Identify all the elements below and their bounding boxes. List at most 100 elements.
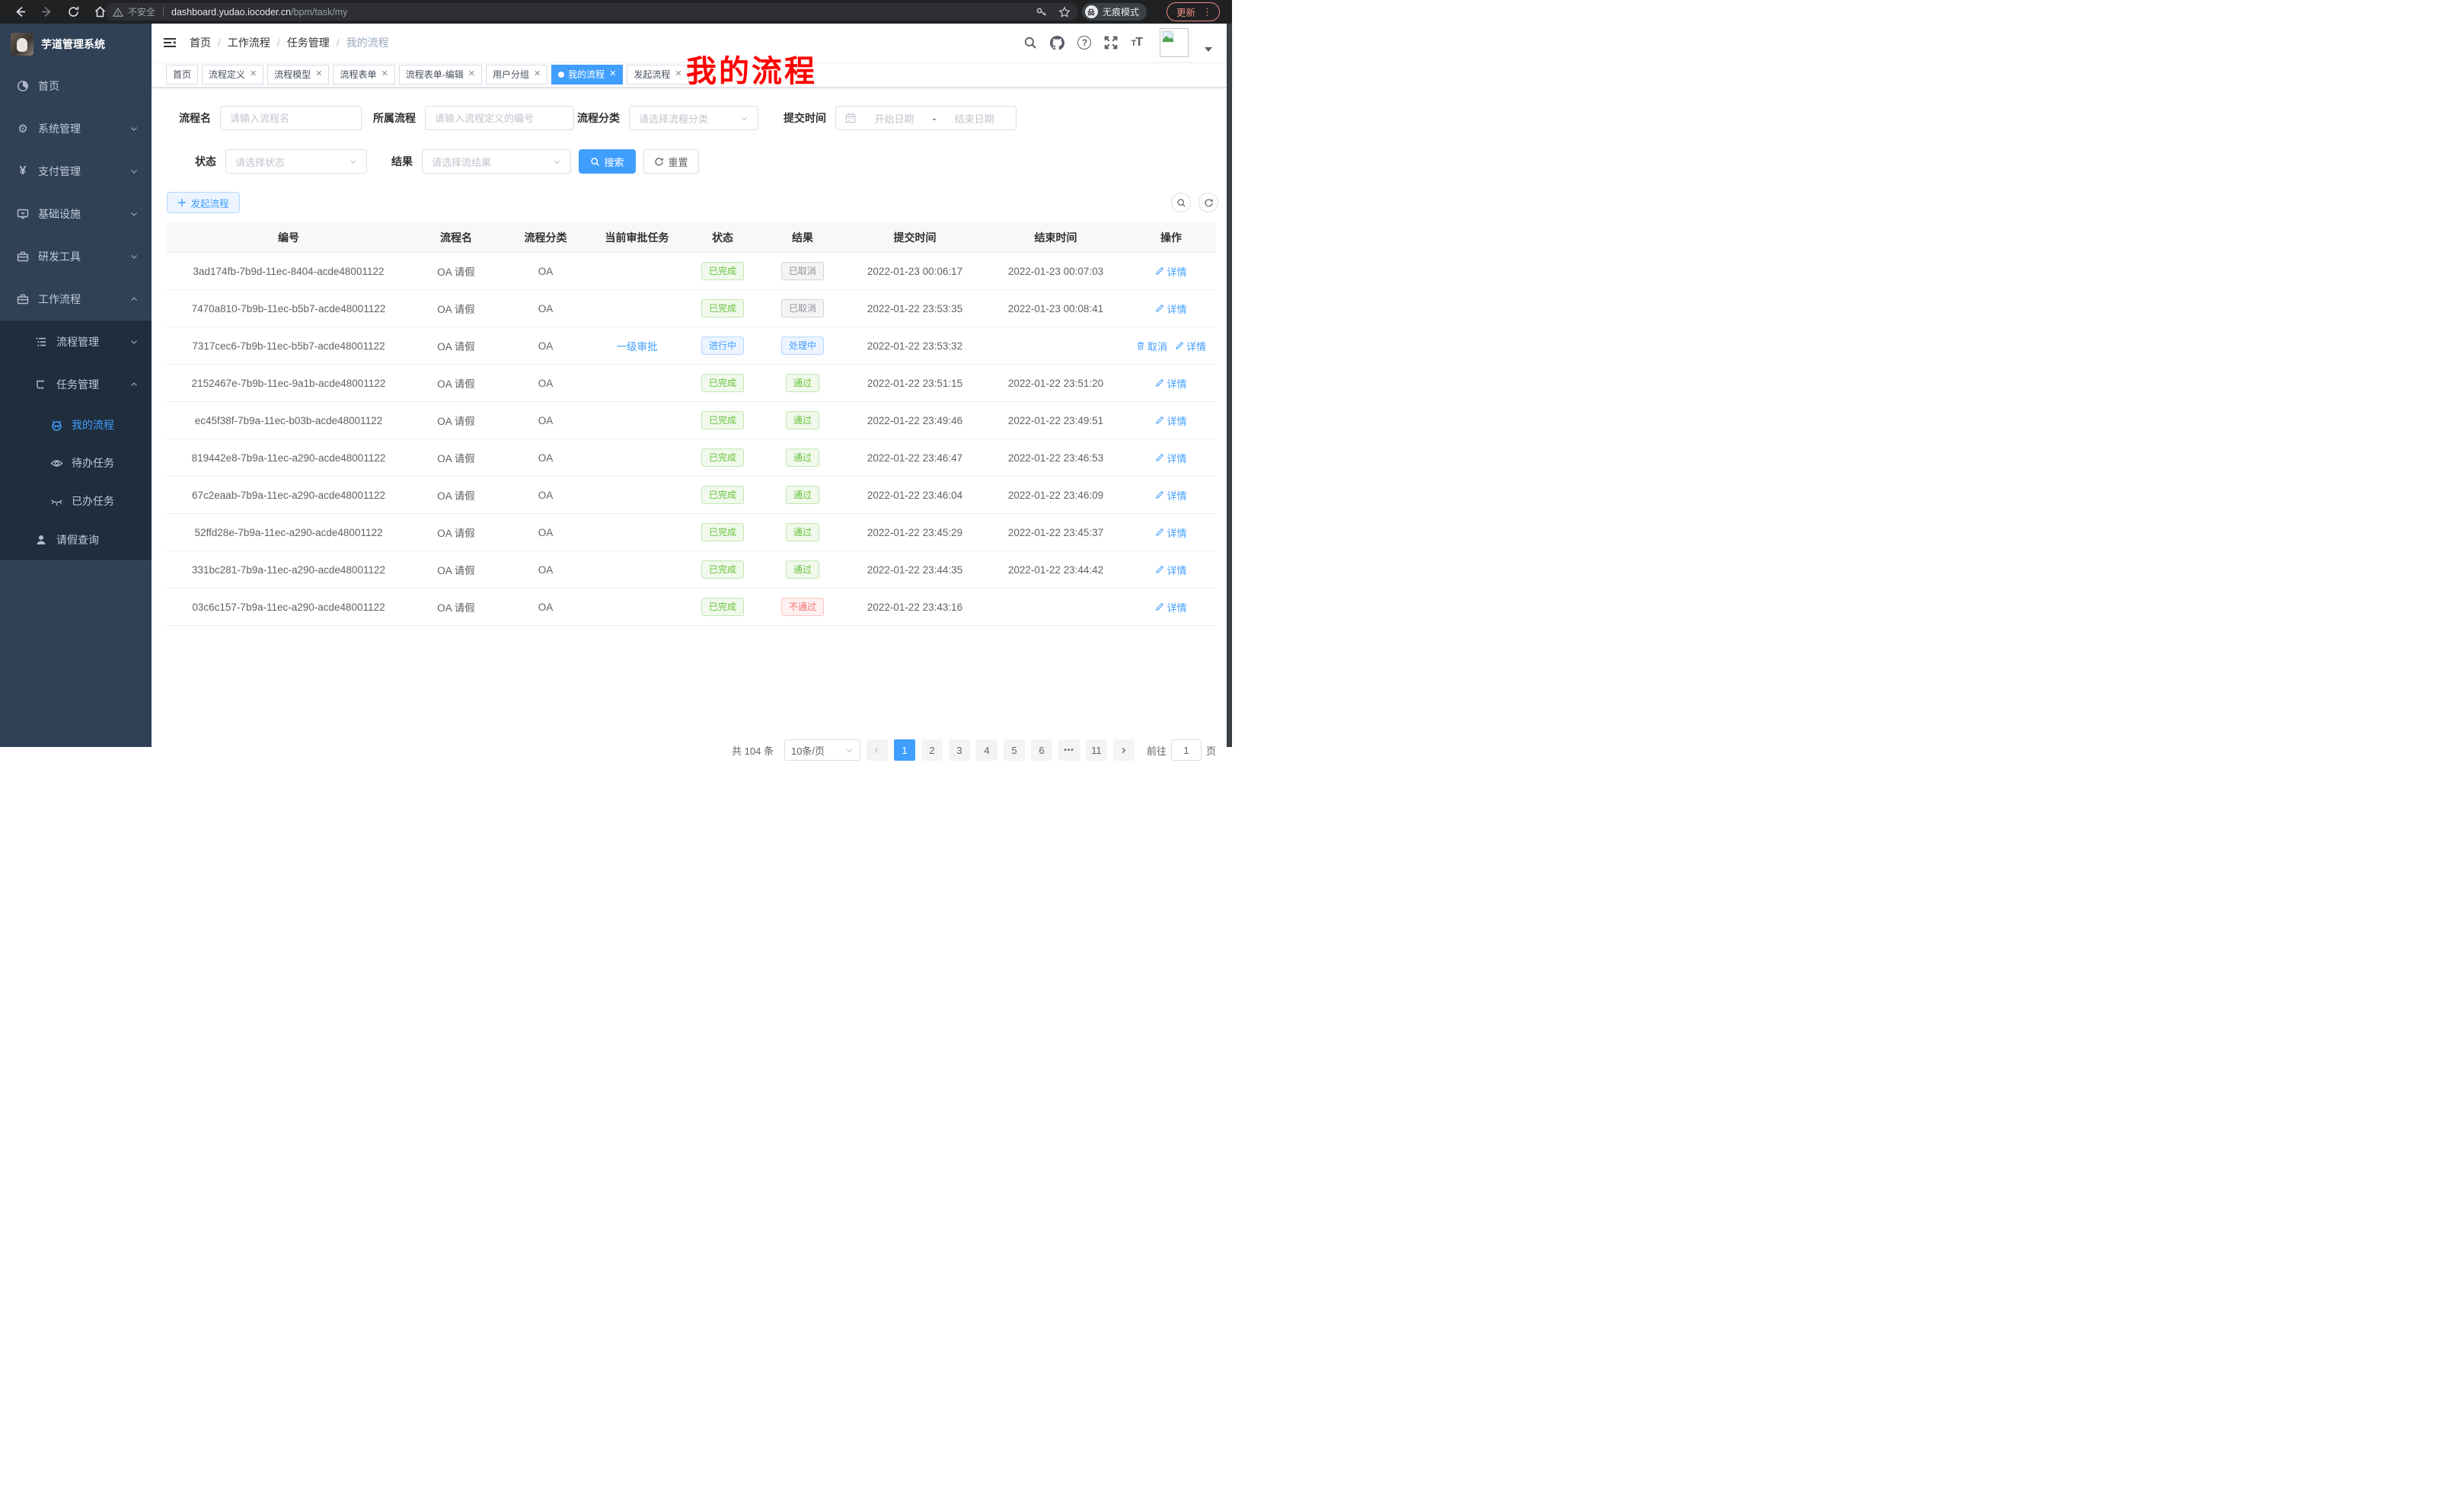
- sidebar-item-label: 已办任务: [72, 493, 114, 509]
- result-select[interactable]: 请选择流结果: [422, 149, 571, 174]
- filter-category: 流程分类 请选择流程分类: [577, 106, 758, 130]
- app-logo[interactable]: 芋道管理系统: [0, 24, 152, 65]
- close-icon[interactable]: ✕: [609, 70, 616, 78]
- detail-link[interactable]: 详情: [1155, 376, 1186, 391]
- search-button[interactable]: 搜索: [579, 149, 636, 174]
- cell-submit-time: 2022-01-22 23:49:46: [844, 415, 985, 426]
- sidebar-item-workflow[interactable]: 工作流程: [0, 278, 152, 321]
- sidebar-item-payment[interactable]: ¥ 支付管理: [0, 150, 152, 193]
- cell-end-time: 2022-01-22 23:46:09: [985, 490, 1126, 501]
- detail-link[interactable]: 详情: [1155, 451, 1186, 465]
- tab-label: 用户分组: [493, 68, 529, 81]
- more-pages-button[interactable]: •••: [1058, 739, 1080, 761]
- refresh-table-button[interactable]: [1198, 193, 1218, 212]
- breadcrumb-workflow[interactable]: 工作流程: [228, 35, 270, 50]
- detail-link[interactable]: 详情: [1155, 264, 1186, 279]
- tab-home[interactable]: 首页: [166, 65, 198, 85]
- chrome-menu-icon[interactable]: ⋮: [1202, 7, 1212, 17]
- breadcrumb-task-mgmt[interactable]: 任务管理: [287, 35, 330, 50]
- back-icon[interactable]: [14, 5, 27, 18]
- submit-time-range-picker[interactable]: 开始日期 - 结束日期: [835, 106, 1017, 130]
- password-key-icon[interactable]: [1036, 6, 1048, 18]
- help-icon[interactable]: ?: [1077, 36, 1091, 49]
- close-icon[interactable]: ✕: [315, 70, 322, 78]
- detail-link[interactable]: 详情: [1155, 600, 1186, 615]
- detail-link[interactable]: 详情: [1155, 488, 1186, 503]
- tab-process-form[interactable]: 流程表单✕: [333, 65, 394, 85]
- cell-name: OA 请假: [410, 413, 502, 428]
- reload-icon[interactable]: [67, 5, 80, 18]
- status-select[interactable]: 请选择状态: [225, 149, 367, 174]
- browser-scrollbar[interactable]: [1227, 24, 1232, 747]
- prev-page-button[interactable]: [867, 739, 888, 761]
- create-process-button[interactable]: 发起流程: [167, 192, 240, 213]
- sidebar-item-leave-query[interactable]: 请假查询: [0, 520, 152, 560]
- detail-link[interactable]: 详情: [1155, 563, 1186, 577]
- page-button-4[interactable]: 4: [976, 739, 997, 761]
- page-button-3[interactable]: 3: [949, 739, 970, 761]
- detail-link[interactable]: 详情: [1155, 525, 1186, 540]
- close-icon[interactable]: ✕: [250, 70, 257, 78]
- category-select[interactable]: 请选择流程分类: [629, 106, 758, 130]
- process-name-input[interactable]: [220, 106, 362, 130]
- fullscreen-icon[interactable]: [1104, 36, 1118, 49]
- tab-process-model[interactable]: 流程模型✕: [267, 65, 329, 85]
- header-search-icon[interactable]: [1023, 36, 1037, 49]
- goto-page-input[interactable]: [1171, 739, 1202, 761]
- avatar-caret-icon[interactable]: [1205, 47, 1212, 52]
- reset-label: 重置: [668, 155, 688, 169]
- detail-link[interactable]: 详情: [1175, 339, 1206, 353]
- sidebar-item-devtools[interactable]: 研发工具: [0, 235, 152, 278]
- sidebar-item-system[interactable]: ⚙ 系统管理: [0, 107, 152, 150]
- page-button-5[interactable]: 5: [1004, 739, 1025, 761]
- sidebar-item-home[interactable]: 首页: [0, 65, 152, 107]
- close-icon[interactable]: ✕: [675, 70, 681, 78]
- cell-task-link[interactable]: 一级审批: [589, 338, 685, 353]
- font-size-icon[interactable]: TT: [1131, 36, 1142, 49]
- owner-process-input[interactable]: [425, 106, 574, 130]
- chrome-update-button[interactable]: 更新 ⋮: [1167, 2, 1220, 21]
- page-size-select[interactable]: 10条/页: [784, 739, 860, 761]
- security-label: 不安全: [128, 5, 155, 18]
- reset-button[interactable]: 重置: [643, 149, 699, 174]
- breadcrumb-home[interactable]: 首页: [190, 35, 211, 50]
- detail-link[interactable]: 详情: [1155, 413, 1186, 428]
- page-button-6[interactable]: 6: [1031, 739, 1052, 761]
- url-bar[interactable]: 不安全 dashboard.yudao.iocoder.cn /bpm/task…: [105, 3, 1078, 21]
- detail-link[interactable]: 详情: [1155, 302, 1186, 316]
- close-icon[interactable]: ✕: [381, 70, 388, 78]
- forward-icon[interactable]: [40, 5, 53, 18]
- github-icon[interactable]: [1050, 36, 1064, 50]
- tab-user-group[interactable]: 用户分组 ✕: [486, 65, 547, 85]
- sidebar-item-task-mgmt[interactable]: 任务管理: [0, 363, 152, 406]
- tab-process-definition[interactable]: 流程定义✕: [202, 65, 263, 85]
- table-row: 52ffd28e-7b9a-11ec-a290-acde48001122 OA …: [167, 514, 1216, 551]
- cancel-link[interactable]: 取消: [1136, 339, 1167, 353]
- sidebar-item-my-process[interactable]: 我的流程: [0, 406, 152, 444]
- page-button-1[interactable]: 1: [894, 739, 915, 761]
- close-icon[interactable]: ✕: [468, 70, 475, 78]
- sidebar-item-done-task[interactable]: 已办任务: [0, 482, 152, 520]
- tab-label: 发起流程: [634, 68, 670, 81]
- bookmark-star-icon[interactable]: [1058, 6, 1071, 18]
- page-button-11[interactable]: 11: [1086, 739, 1107, 761]
- table-row: 67c2eaab-7b9a-11ec-a290-acde48001122 OA …: [167, 477, 1216, 514]
- col-header-category: 流程分类: [502, 230, 589, 245]
- cell-id: 52ffd28e-7b9a-11ec-a290-acde48001122: [167, 527, 410, 538]
- col-header-result: 结果: [761, 230, 844, 245]
- close-icon[interactable]: ✕: [534, 70, 541, 78]
- sidebar-item-process-mgmt[interactable]: 流程管理: [0, 321, 152, 363]
- collapse-sidebar-icon[interactable]: [163, 36, 177, 49]
- toggle-search-button[interactable]: [1171, 193, 1191, 212]
- tab-process-form-edit[interactable]: 流程表单-编辑✕: [399, 65, 482, 85]
- tab-my-process[interactable]: 我的流程✕: [551, 65, 623, 85]
- sidebar-item-todo-task[interactable]: 待办任务: [0, 444, 152, 482]
- avatar[interactable]: [1160, 28, 1189, 57]
- sidebar-item-infra[interactable]: 基础设施: [0, 193, 152, 235]
- tab-start-process[interactable]: 发起流程 ✕: [627, 65, 688, 85]
- filter-result: 结果 请选择流结果: [391, 149, 571, 174]
- share-nodes-icon: [34, 378, 48, 391]
- page-button-2[interactable]: 2: [921, 739, 943, 761]
- col-header-submit-time: 提交时间: [844, 230, 985, 245]
- next-page-button[interactable]: [1113, 739, 1135, 761]
